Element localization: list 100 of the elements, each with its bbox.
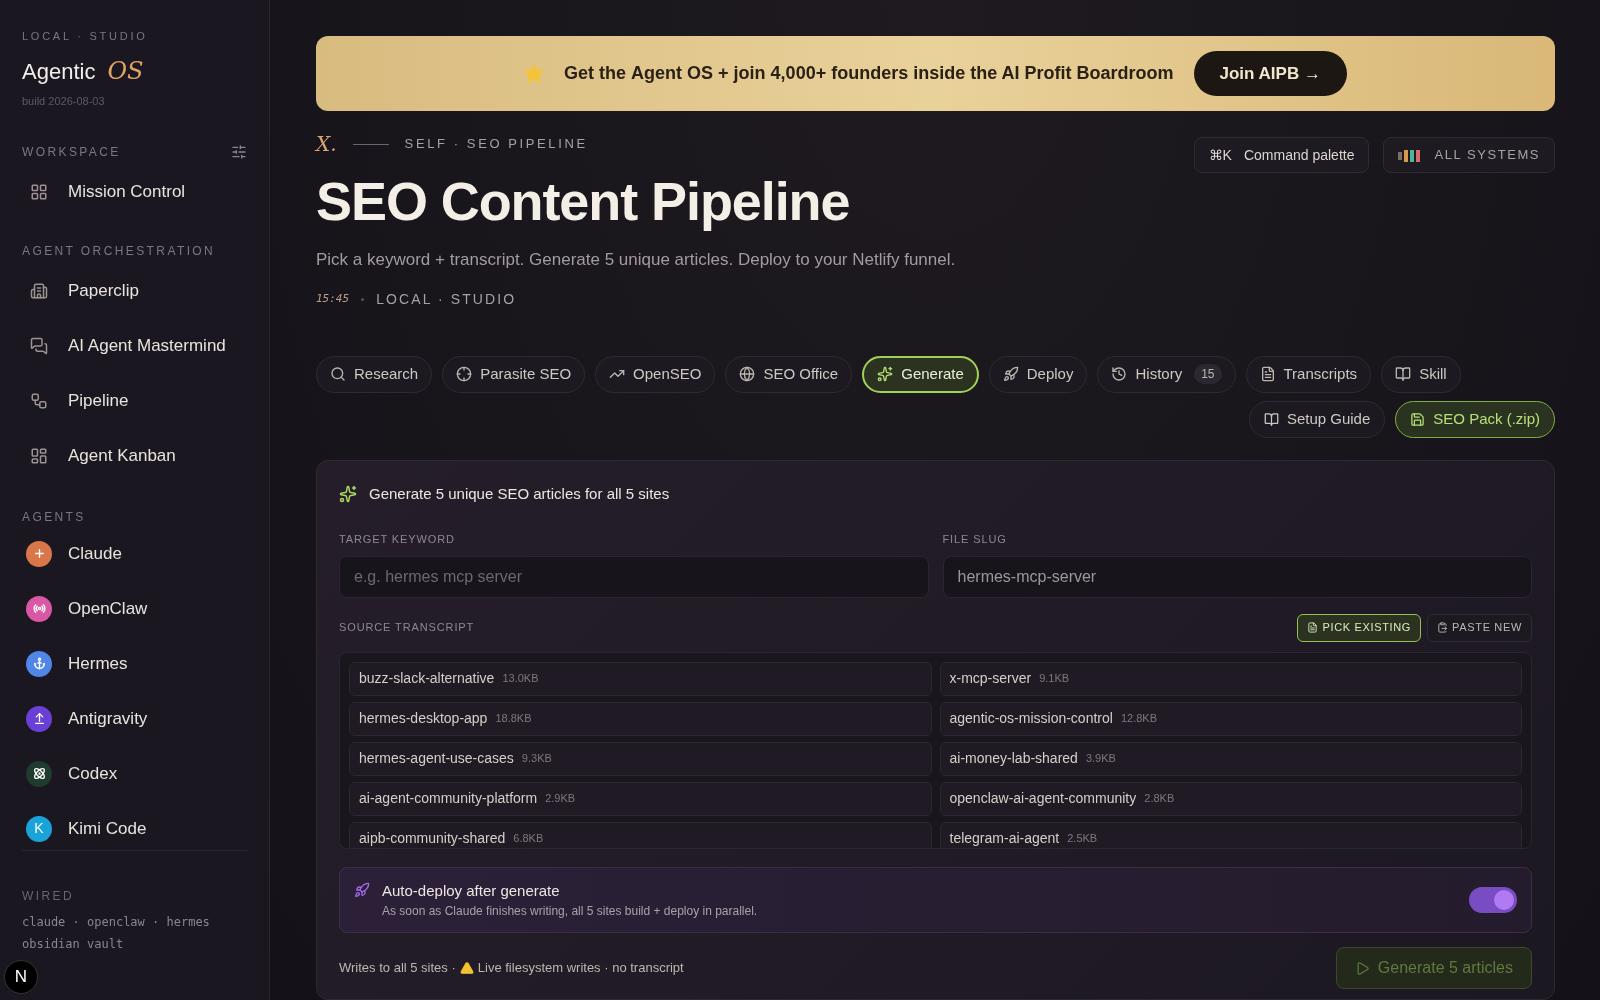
anchor-icon bbox=[32, 657, 46, 670]
brand-accent: OS bbox=[107, 55, 144, 87]
auto-deploy-description: As soon as Claude finishes writing, all 5 sites build + deploy in parallel. bbox=[382, 903, 758, 920]
auto-deploy-switch[interactable] bbox=[1469, 886, 1517, 913]
agent-item[interactable]: OpenClaw bbox=[22, 591, 247, 626]
logo-mark: X. bbox=[316, 131, 337, 158]
transcript-name: buzz-slack-alternative bbox=[359, 669, 495, 688]
keyword-field[interactable]: e.g. hermes mcp server bbox=[339, 555, 929, 598]
plus-icon bbox=[32, 547, 46, 560]
book-icon bbox=[1263, 411, 1279, 427]
section-title: WORKSPACE bbox=[22, 144, 121, 161]
transcript-size: 6.8KB bbox=[513, 831, 544, 847]
tab[interactable]: SEO Office bbox=[725, 355, 853, 393]
crosshair-icon bbox=[456, 366, 473, 382]
agent-item[interactable]: Codex bbox=[22, 756, 247, 791]
tab[interactable]: Parasite SEO bbox=[442, 355, 586, 393]
globe-icon bbox=[739, 366, 756, 382]
paste-icon bbox=[1437, 622, 1449, 633]
agent-item[interactable]: K Kimi Code bbox=[22, 811, 247, 846]
book-icon bbox=[1395, 366, 1412, 382]
transcript-size: 18.8KB bbox=[495, 711, 532, 727]
shortcut-label: ⌘K bbox=[1208, 145, 1232, 165]
section-title: AGENT ORCHESTRATION bbox=[22, 243, 216, 260]
footer-warning: Live filesystem writes · no transcript bbox=[477, 959, 684, 978]
transcript-name: x-mcp-server bbox=[949, 669, 1032, 688]
waves-icon bbox=[32, 602, 46, 615]
search-icon bbox=[330, 366, 346, 382]
document-icon bbox=[1259, 366, 1276, 382]
document-icon bbox=[1307, 622, 1319, 633]
slug-field[interactable]: hermes-mcp-server bbox=[942, 555, 1532, 598]
command-label: Command palette bbox=[1243, 145, 1355, 165]
field-label: TARGET KEYWORD bbox=[339, 532, 456, 547]
building-icon bbox=[30, 281, 48, 300]
transcript-name: openclaw-ai-agent-community bbox=[949, 789, 1137, 808]
agent-item[interactable]: Antigravity bbox=[22, 701, 247, 736]
transcript-size: 3.9KB bbox=[1085, 751, 1116, 767]
tab[interactable]: OpenSEO bbox=[595, 355, 716, 393]
tab[interactable]: Skill bbox=[1381, 355, 1461, 393]
command-palette-button[interactable]: ⌘K Command palette bbox=[1193, 137, 1370, 173]
nav-item[interactable]: Paperclip bbox=[22, 274, 247, 307]
brand-name: Agentic bbox=[22, 57, 96, 86]
sidebar-eyebrow: LOCAL · STUDIO bbox=[22, 29, 149, 44]
star-icon bbox=[524, 63, 545, 84]
transcript-item[interactable]: hermes-agent-use-cases 9.3KB bbox=[349, 741, 932, 776]
page-title: SEO Content Pipeline bbox=[316, 170, 851, 233]
tab[interactable]: Transcripts bbox=[1245, 355, 1372, 393]
field-label: FILE SLUG bbox=[942, 532, 1008, 547]
footer-note: Writes to all 5 sites · bbox=[339, 959, 456, 978]
transcript-item[interactable]: x-mcp-server 9.1KB bbox=[939, 661, 1522, 696]
grid-icon bbox=[30, 182, 48, 201]
card-title: Generate 5 unique SEO articles for all 5 sites bbox=[369, 483, 670, 504]
mode-toggle[interactable]: PASTE NEW bbox=[1427, 613, 1532, 642]
rocket-icon bbox=[1002, 366, 1019, 382]
mode-toggle[interactable]: PICK EXISTING bbox=[1297, 613, 1422, 642]
nav-item[interactable]: AI Agent Mastermind bbox=[22, 329, 247, 362]
download-button[interactable]: SEO Pack (.zip) bbox=[1395, 400, 1555, 438]
atom-icon bbox=[32, 767, 46, 780]
sparkles-icon bbox=[877, 366, 894, 382]
agent-item[interactable]: Claude bbox=[22, 536, 247, 571]
count-badge: 15 bbox=[1194, 364, 1222, 384]
transcript-size: 9.3KB bbox=[521, 751, 552, 767]
transcript-item[interactable]: ai-agent-community-platform 2.9KB bbox=[349, 781, 932, 816]
transcript-size: 2.5KB bbox=[1067, 831, 1098, 847]
join-button[interactable]: Join AIPB → bbox=[1193, 51, 1347, 96]
nav-item[interactable]: Mission Control bbox=[22, 175, 247, 208]
transcript-size: 2.9KB bbox=[545, 791, 576, 807]
transcript-item[interactable]: telegram-ai-agent 2.5KB bbox=[939, 821, 1522, 848]
rocket-icon bbox=[354, 881, 370, 898]
transcript-item[interactable]: ai-money-lab-shared 3.9KB bbox=[939, 741, 1522, 776]
systems-button[interactable]: ALL SYSTEMS bbox=[1383, 137, 1555, 173]
settings-icon[interactable] bbox=[231, 144, 247, 160]
transcript-item[interactable]: openclaw-ai-agent-community 2.8KB bbox=[939, 781, 1522, 816]
tab[interactable]: Research bbox=[316, 355, 433, 393]
transcript-size: 13.0KB bbox=[502, 671, 539, 687]
systems-label: ALL SYSTEMS bbox=[1434, 146, 1540, 165]
guide-button[interactable]: Setup Guide bbox=[1248, 400, 1386, 438]
transcript-item[interactable]: hermes-desktop-app 18.8KB bbox=[349, 701, 932, 736]
agent-avatar: K bbox=[26, 815, 52, 842]
location-label: LOCAL · STUDIO bbox=[376, 289, 517, 309]
time-label: 15:45 bbox=[316, 290, 350, 307]
agent-item[interactable]: Hermes bbox=[22, 646, 247, 681]
status-bars-icon bbox=[1398, 148, 1423, 162]
auto-deploy-title: Auto-deploy after generate bbox=[382, 880, 561, 901]
transcript-item[interactable]: agentic-os-mission-control 12.8KB bbox=[939, 701, 1522, 736]
upload-icon bbox=[32, 712, 46, 725]
save-icon bbox=[1410, 411, 1426, 427]
transcript-name: ai-agent-community-platform bbox=[359, 789, 538, 808]
nav-item[interactable]: Agent Kanban bbox=[22, 439, 247, 472]
transcript-size: 2.8KB bbox=[1144, 791, 1175, 807]
transcript-item[interactable]: buzz-slack-alternative 13.0KB bbox=[349, 661, 932, 696]
transcript-item[interactable]: aipb-community-shared 6.8KB bbox=[349, 821, 932, 848]
build-label: build 2026-08-03 bbox=[22, 93, 106, 109]
workflow-icon bbox=[30, 391, 48, 410]
transcript-name: telegram-ai-agent bbox=[949, 829, 1060, 848]
tab[interactable]: History 15 bbox=[1097, 355, 1236, 393]
dev-badge[interactable]: N bbox=[4, 960, 38, 994]
tab[interactable]: Generate bbox=[862, 355, 979, 393]
tab[interactable]: Deploy bbox=[988, 355, 1088, 393]
nav-item[interactable]: Pipeline bbox=[22, 384, 247, 417]
kanban-icon bbox=[30, 446, 48, 465]
